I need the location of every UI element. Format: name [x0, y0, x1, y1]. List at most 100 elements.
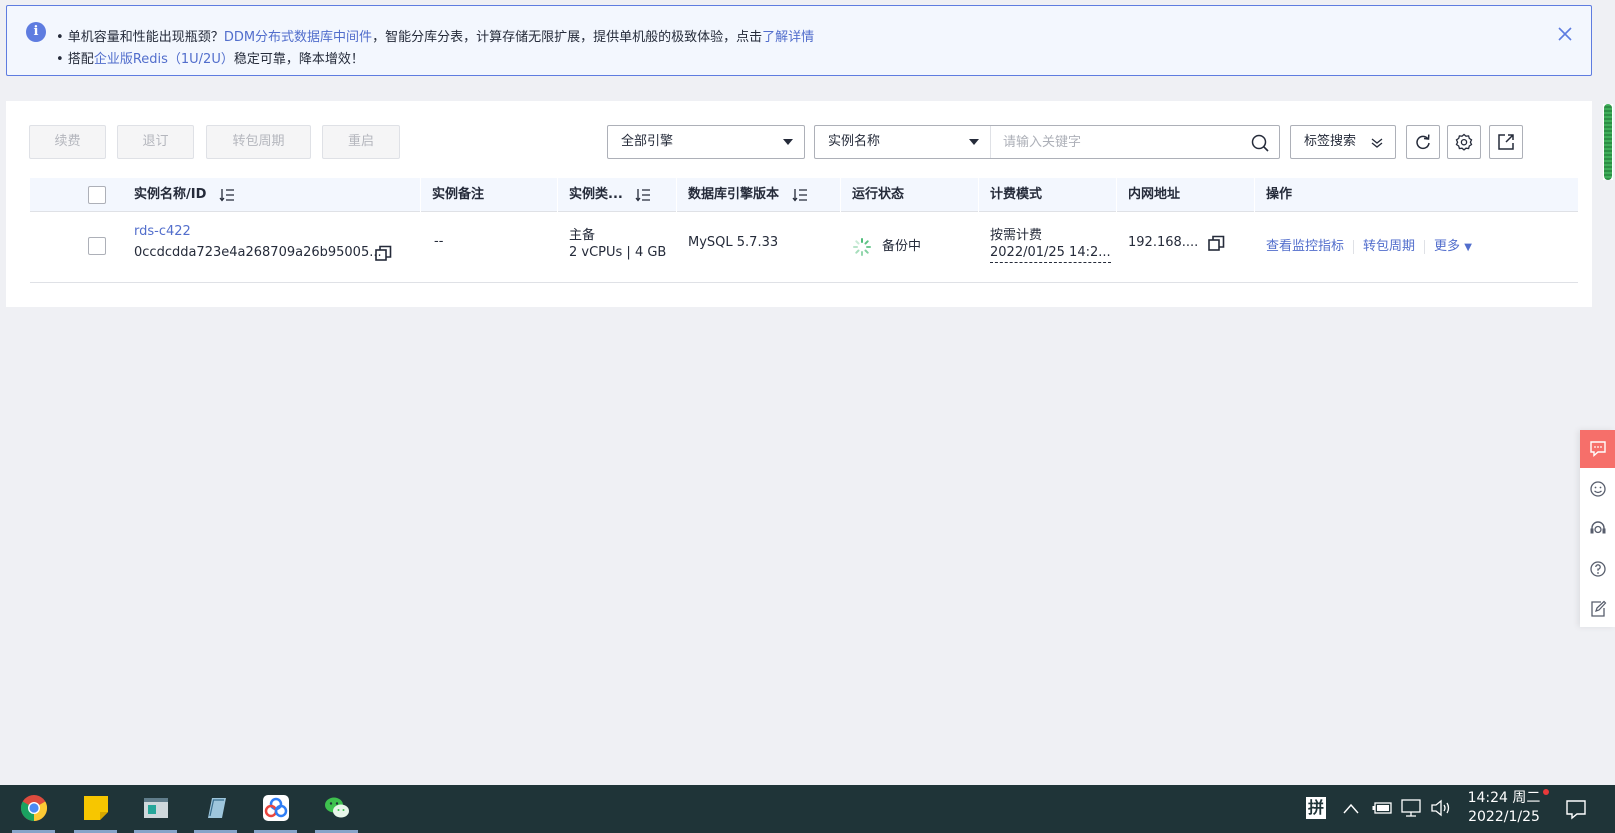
- notice-line-1: • 单机容量和性能出现瓶颈？DDM分布式数据库中间件，智能分库分表，计算存储无限…: [56, 26, 814, 45]
- unsubscribe-button[interactable]: 退订: [117, 125, 194, 159]
- gear-icon: [1455, 133, 1473, 151]
- to-yearly-link[interactable]: 转包周期: [1363, 239, 1415, 254]
- scrollbar[interactable]: [1603, 104, 1613, 180]
- engine-version: MySQL 5.7.33: [688, 235, 779, 250]
- engine-select[interactable]: 全部引擎: [607, 125, 805, 159]
- row-checkbox[interactable]: [88, 237, 106, 255]
- header-label: 实例类...: [569, 187, 623, 202]
- filter-select[interactable]: 实例名称: [815, 126, 990, 158]
- caret-down-icon: [969, 139, 979, 145]
- header-label: 实例名称/ID: [134, 187, 207, 202]
- header-remark: 实例备注: [432, 187, 485, 202]
- sort-icon[interactable]: [219, 188, 235, 202]
- header-status: 运行状态: [852, 187, 905, 202]
- notepad-icon: [208, 798, 226, 818]
- notice-text: 稳定可靠，降本增效！: [233, 52, 364, 67]
- instance-type: 主备: [569, 228, 596, 243]
- volume-icon[interactable]: [1430, 799, 1452, 817]
- table-header: 实例名称/ID 实例备注 实例类... 数据库引擎版本 运行状态 计费模式 内网…: [30, 178, 1578, 212]
- floating-toolbar: [1580, 430, 1615, 627]
- table-row: rds-c422 0ccdcdda723e4a268709a26b95005..…: [30, 213, 1578, 283]
- redis-link[interactable]: 企业版Redis（1U/2U）: [94, 52, 234, 67]
- notice-text: • 搭配: [56, 52, 94, 67]
- row-actions: 查看监控指标 转包周期 更多 ▼: [1266, 235, 1472, 254]
- instance-id: 0ccdcdda723e4a268709a26b95005...: [134, 245, 382, 260]
- clock-time: 14:24 周二: [1467, 790, 1541, 806]
- header-label: 数据库引擎版本: [688, 187, 780, 202]
- more-dropdown[interactable]: 更多 ▼: [1434, 239, 1472, 254]
- header-name[interactable]: 实例名称/ID: [134, 178, 235, 212]
- billing-time[interactable]: 2022/01/25 14:2...: [990, 245, 1111, 263]
- notice-text: • 单机容量和性能出现瓶颈？: [56, 30, 224, 45]
- feedback-button[interactable]: [1580, 430, 1615, 468]
- chrome-icon: [20, 795, 48, 822]
- status-text: 备份中: [882, 239, 922, 254]
- ime-indicator[interactable]: 拼: [1306, 797, 1326, 819]
- windows-taskbar: 拼 14:24 周二 2022/1/25: [0, 785, 1615, 833]
- action-center-icon[interactable]: [1565, 798, 1587, 820]
- loading-spinner-icon: [853, 238, 871, 256]
- smile-icon: [1590, 481, 1606, 497]
- restart-button[interactable]: 重启: [322, 125, 400, 159]
- settings-button[interactable]: [1447, 125, 1481, 159]
- ddm-link[interactable]: DDM分布式数据库中间件: [224, 30, 372, 45]
- notice-banner: i • 单机容量和性能出现瓶颈？DDM分布式数据库中间件，智能分库分表，计算存储…: [6, 5, 1592, 76]
- instance-remark: --: [434, 234, 444, 249]
- window-app-icon: [144, 798, 168, 818]
- private-address: 192.168....: [1128, 235, 1199, 250]
- sort-icon[interactable]: [635, 188, 651, 202]
- network-icon[interactable]: [1401, 799, 1421, 817]
- close-icon[interactable]: [1555, 24, 1575, 44]
- engine-select-value: 全部引擎: [621, 134, 674, 149]
- notes-button[interactable]: [1580, 590, 1615, 628]
- battery-icon[interactable]: [1372, 801, 1392, 815]
- notice-line-2: • 搭配企业版Redis（1U/2U）稳定可靠，降本增效！: [56, 48, 364, 67]
- notification-dot: [1543, 789, 1549, 795]
- header-type[interactable]: 实例类...: [569, 178, 651, 212]
- copy-icon[interactable]: [375, 245, 392, 262]
- instance-name-link[interactable]: rds-c422: [134, 224, 191, 239]
- instance-list-panel: 续费 退订 转包周期 重启 全部引擎 实例名称 标签搜索 实例名称/ID 实例备…: [6, 101, 1592, 307]
- refresh-button[interactable]: [1406, 125, 1440, 159]
- caret-down-icon: ▼: [1464, 242, 1472, 253]
- instance-spec: 2 vCPUs | 4 GB: [569, 245, 667, 260]
- select-all-checkbox[interactable]: [88, 186, 106, 204]
- tag-search-button[interactable]: 标签搜索: [1290, 125, 1396, 159]
- export-button[interactable]: [1489, 125, 1523, 159]
- search-icon[interactable]: [1251, 134, 1269, 152]
- baidu-netdisk-app[interactable]: [252, 785, 299, 833]
- notepad-app[interactable]: [192, 785, 239, 833]
- scrollbar-thumb[interactable]: [1604, 104, 1612, 180]
- smile-button[interactable]: [1580, 470, 1615, 508]
- search-input[interactable]: [990, 126, 1280, 158]
- sort-icon[interactable]: [792, 188, 808, 202]
- sticky-notes-app[interactable]: [72, 785, 119, 833]
- netdisk-icon: [263, 795, 289, 821]
- question-icon: [1590, 561, 1606, 577]
- search-box[interactable]: 实例名称: [814, 125, 1280, 159]
- view-metrics-link[interactable]: 查看监控指标: [1266, 239, 1344, 254]
- edit-icon: [1591, 600, 1607, 617]
- tag-search-label: 标签搜索: [1304, 134, 1357, 149]
- clock[interactable]: 14:24 周二 2022/1/25: [1464, 789, 1544, 827]
- chat-icon: [1590, 441, 1606, 458]
- filter-select-value: 实例名称: [828, 134, 881, 149]
- help-button[interactable]: [1580, 550, 1615, 588]
- wechat-app[interactable]: [313, 785, 360, 833]
- copy-icon[interactable]: [1208, 235, 1225, 252]
- terminal-app[interactable]: [132, 785, 179, 833]
- wechat-icon: [325, 797, 349, 818]
- to-yearly-button[interactable]: 转包周期: [206, 125, 311, 159]
- renew-button[interactable]: 续费: [29, 125, 106, 159]
- header-billing: 计费模式: [990, 187, 1043, 202]
- info-icon: i: [26, 22, 46, 42]
- header-actions: 操作: [1266, 187, 1293, 202]
- header-engine[interactable]: 数据库引擎版本: [688, 178, 808, 212]
- double-chevron-down-icon: [1371, 138, 1383, 148]
- chevron-up-icon[interactable]: [1343, 803, 1359, 815]
- header-address: 内网地址: [1128, 187, 1181, 202]
- learn-more-link[interactable]: 了解详情: [762, 30, 814, 45]
- chrome-app[interactable]: [10, 785, 57, 833]
- customer-service-button[interactable]: [1580, 510, 1615, 548]
- more-label: 更多: [1434, 239, 1461, 254]
